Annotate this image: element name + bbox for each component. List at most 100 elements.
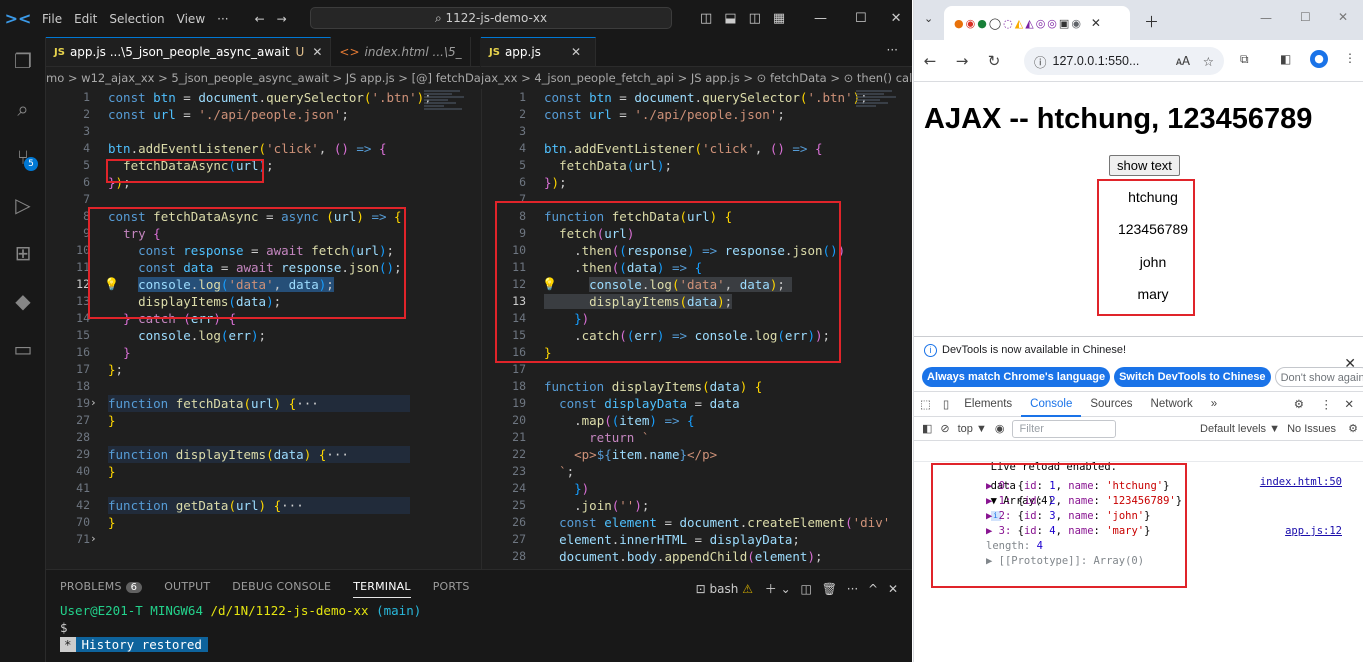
- nav-back-icon[interactable]: ←: [249, 12, 271, 26]
- address-bar[interactable]: ⓘ 127.0.0.1:550... 🗚 ☆: [1024, 47, 1224, 75]
- inspect-element-icon[interactable]: ⬚: [914, 397, 937, 411]
- favicon-icon: ▣: [1058, 16, 1070, 30]
- run-debug-icon[interactable]: ▷: [0, 181, 46, 229]
- site-info-icon[interactable]: ⓘ: [1034, 52, 1047, 71]
- tab-elements[interactable]: Elements: [955, 391, 1021, 417]
- console-settings-icon[interactable]: ⚙: [1348, 422, 1358, 435]
- left-breadcrumb[interactable]: mo > w12_ajax_xx > 5_json_people_async_a…: [46, 67, 480, 89]
- close-window-icon[interactable]: ✕: [1338, 10, 1348, 24]
- close-window-icon[interactable]: ✕: [891, 11, 902, 26]
- minimap[interactable]: [420, 89, 480, 569]
- new-tab-icon[interactable]: ＋: [1144, 11, 1159, 32]
- bookmark-star-icon[interactable]: ☆: [1203, 54, 1214, 69]
- more-actions-icon[interactable]: ···: [887, 43, 898, 57]
- terminal-output[interactable]: User@E201-T MINGW64 /d/1N/1122-js-demo-x…: [46, 602, 912, 653]
- maximize-icon[interactable]: ☐: [1300, 10, 1311, 24]
- terminal-shell-label[interactable]: bash: [710, 582, 739, 596]
- activity-bar: ❐ ⌕ ⑂ 5 ▷ ⊞ ◆ ▭: [0, 37, 46, 662]
- menu-file[interactable]: File: [36, 12, 68, 26]
- menu-selection[interactable]: Selection: [103, 12, 170, 26]
- nav-forward-icon[interactable]: →: [271, 12, 293, 26]
- line-number: 29: [76, 447, 90, 461]
- line-number: 4: [519, 141, 526, 155]
- menu-edit[interactable]: Edit: [68, 12, 103, 26]
- browser-tab[interactable]: ● ◉ ● ◯ ◌ ◭ ◭ ◎ ◎ ▣ ◉ ✕: [944, 6, 1130, 40]
- line-number: 28: [512, 549, 526, 563]
- settings-gear-icon[interactable]: ⚙: [1294, 397, 1304, 411]
- close-tab-icon[interactable]: ✕: [1091, 16, 1101, 30]
- tab-console[interactable]: Console: [1021, 391, 1082, 417]
- line-number: 15: [76, 328, 90, 342]
- switch-language-button[interactable]: Switch DevTools to Chinese: [1114, 367, 1271, 387]
- devtools-tabs: ⬚ ▯ Elements Console Sources Network » ⚙…: [914, 391, 1363, 417]
- eye-icon[interactable]: ◉: [995, 422, 1005, 435]
- match-language-button[interactable]: Always match Chrome's language: [922, 367, 1111, 387]
- tab-terminal[interactable]: TERMINAL: [353, 580, 411, 598]
- close-devtools-icon[interactable]: ✕: [1344, 397, 1354, 411]
- tab-search-icon[interactable]: ⌄: [924, 12, 933, 25]
- close-panel-icon[interactable]: ✕: [888, 582, 898, 596]
- back-icon[interactable]: ←: [914, 52, 946, 70]
- close-icon[interactable]: ✕: [312, 45, 322, 59]
- forward-icon[interactable]: →: [946, 52, 978, 70]
- tab-problems[interactable]: PROBLEMS 6: [60, 580, 143, 593]
- search-view-icon[interactable]: ⌕: [0, 85, 46, 133]
- source-control-icon[interactable]: ⑂ 5: [0, 133, 46, 181]
- tab-sources[interactable]: Sources: [1081, 391, 1141, 417]
- menu-more[interactable]: ···: [211, 12, 234, 26]
- minimap[interactable]: [852, 89, 912, 569]
- tab-app-js-async[interactable]: JS app.js ...\5_json_people_async_await …: [46, 37, 332, 66]
- sidebar-toggle-icon[interactable]: ◧: [922, 422, 932, 435]
- vscode-logo-icon: ><: [4, 9, 32, 28]
- minimize-icon[interactable]: —: [814, 11, 827, 26]
- right-breadcrumb[interactable]: jax_xx > 4_json_people_fetch_api > JS ap…: [481, 67, 912, 89]
- more-tabs-icon[interactable]: »: [1202, 391, 1226, 417]
- python-icon[interactable]: ◆: [0, 277, 46, 325]
- maximize-icon[interactable]: ☐: [855, 11, 867, 26]
- tab-index-html[interactable]: <> index.html ...\5_: [331, 37, 471, 66]
- log-levels-select[interactable]: Default levels ▼: [1200, 423, 1280, 435]
- side-panel-icon[interactable]: ◧: [1280, 52, 1291, 66]
- tab-debug-console[interactable]: DEBUG CONSOLE: [232, 580, 331, 593]
- command-center[interactable]: ⌕ 1122-js-demo-xx: [310, 7, 672, 29]
- filter-input[interactable]: Filter: [1012, 419, 1117, 438]
- tab-ports[interactable]: PORTS: [433, 580, 470, 593]
- chevron-down-icon[interactable]: ⌄: [781, 582, 791, 596]
- close-info-icon[interactable]: ✕: [1344, 355, 1356, 372]
- clear-console-icon[interactable]: ⊘: [940, 422, 949, 435]
- toggle-sidebar-icon[interactable]: ◫: [700, 11, 712, 26]
- close-icon[interactable]: ✕: [571, 45, 581, 59]
- annotation-box: [931, 463, 1187, 588]
- tab-app-js-fetch[interactable]: JS app.js ✕: [481, 37, 596, 66]
- extensions-icon[interactable]: ⧉: [1240, 52, 1249, 67]
- customize-layout-icon[interactable]: ▦: [773, 11, 785, 26]
- context-select[interactable]: top ▼: [958, 423, 987, 435]
- explorer-icon[interactable]: ❐: [0, 37, 46, 85]
- remote-explorer-icon[interactable]: ▭: [0, 325, 46, 373]
- show-text-button[interactable]: show text: [1109, 155, 1180, 176]
- devtools-menu-icon[interactable]: ⋮: [1321, 397, 1333, 411]
- minimize-icon[interactable]: —: [1260, 11, 1272, 25]
- more-actions-icon[interactable]: ···: [847, 582, 858, 596]
- maximize-panel-icon[interactable]: ^: [868, 582, 878, 596]
- new-terminal-icon[interactable]: ＋: [765, 582, 777, 596]
- menu-view[interactable]: View: [171, 12, 211, 26]
- split-terminal-icon[interactable]: ◫: [801, 582, 812, 596]
- left-editor[interactable]: 1 2 3 4 5 6 7 8 9 10 11 12 13 14 15 16 17 18 19 27 28 29 40 41 4…: [46, 89, 480, 569]
- toggle-secondary-sidebar-icon[interactable]: ◫: [749, 11, 761, 26]
- extensions-icon[interactable]: ⊞: [0, 229, 46, 277]
- reload-icon[interactable]: ↻: [978, 52, 1010, 70]
- issues-label[interactable]: No Issues: [1287, 423, 1336, 435]
- source-control-badge: 5: [24, 157, 38, 171]
- right-editor[interactable]: 1 2 3 4 5 6 7 8 9 10 11 12 13 14 15 16 17 18 19 20 21 22 23 24 2…: [481, 89, 912, 569]
- device-toolbar-icon[interactable]: ▯: [937, 397, 955, 411]
- tab-network[interactable]: Network: [1142, 391, 1202, 417]
- profile-avatar[interactable]: ●: [1310, 50, 1328, 68]
- toggle-panel-icon[interactable]: ⬓: [724, 11, 736, 26]
- devtools-info-bar: i DevTools is now available in Chinese! …: [914, 337, 1363, 371]
- tab-output[interactable]: OUTPUT: [164, 580, 210, 593]
- chrome-menu-icon[interactable]: ⋮: [1344, 51, 1356, 65]
- info-icon: i: [924, 343, 937, 357]
- translate-icon[interactable]: 🗚: [1176, 54, 1190, 69]
- trash-icon[interactable]: 🗑: [822, 582, 837, 596]
